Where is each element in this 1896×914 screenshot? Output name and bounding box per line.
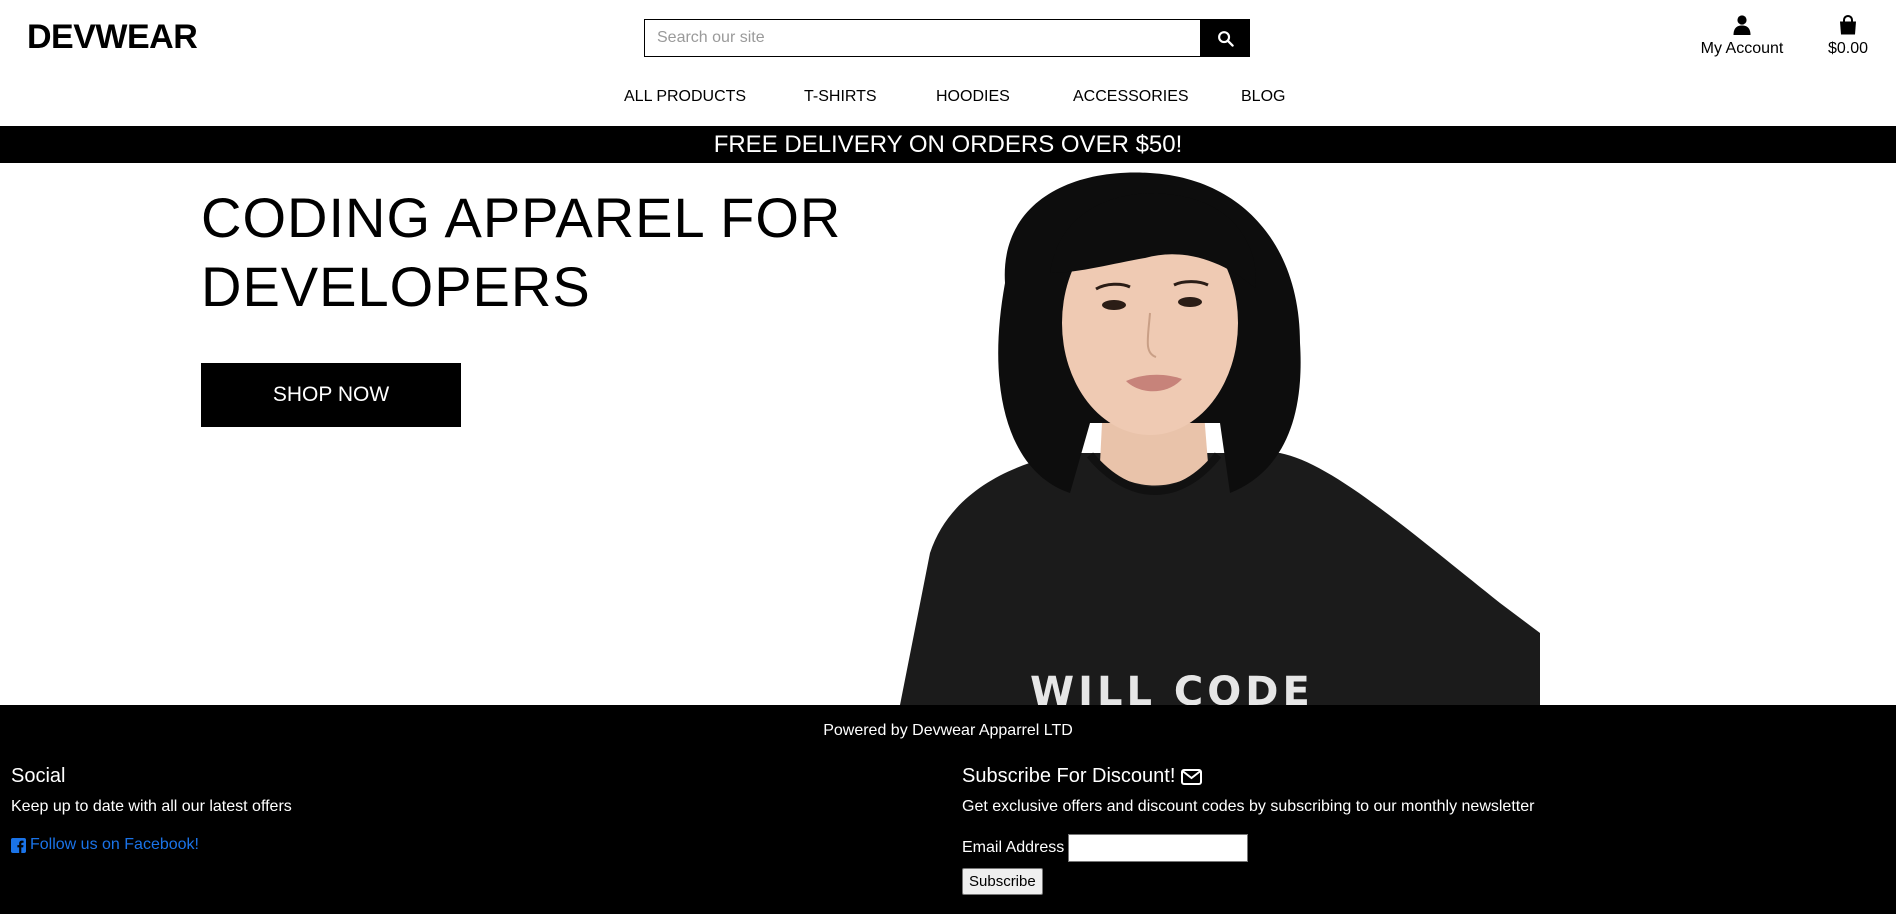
subscribe-section: Subscribe For Discount! Get exclusive of…	[962, 765, 1862, 895]
facebook-link[interactable]: Follow us on Facebook!	[11, 836, 911, 854]
subscribe-title: Subscribe For Discount!	[962, 765, 1862, 788]
envelope-icon	[1181, 768, 1203, 785]
site-logo[interactable]: DEVWEAR	[27, 18, 198, 57]
nav-item-t-shirts[interactable]: T-SHIRTS	[804, 88, 877, 106]
site-footer: Powered by Devwear Apparrel LTD Social K…	[0, 705, 1896, 914]
nav-item-all-products[interactable]: ALL PRODUCTS	[624, 88, 746, 106]
email-field[interactable]	[1068, 834, 1249, 862]
facebook-square-icon	[11, 837, 26, 853]
user-icon	[1733, 15, 1751, 35]
shopping-bag-icon	[1840, 14, 1856, 35]
hero-section: CODING APPAREL FOR DEVELOPERS SHOP NOW W…	[0, 163, 1896, 705]
site-header: DEVWEAR My Account $0.00 ALL PRODUCTS T-…	[0, 0, 1896, 126]
email-label: Email Address	[962, 839, 1065, 856]
cart-link[interactable]: $0.00	[1820, 14, 1876, 58]
nav-item-accessories[interactable]: ACCESSORIES	[1073, 88, 1189, 106]
social-text: Keep up to date with all our latest offe…	[11, 798, 292, 815]
nav-item-blog[interactable]: BLOG	[1241, 88, 1285, 106]
subscribe-title-text: Subscribe For Discount!	[962, 765, 1176, 787]
delivery-banner: FREE DELIVERY ON ORDERS OVER $50!	[0, 126, 1896, 163]
facebook-link-label: Follow us on Facebook!	[30, 836, 199, 853]
my-account-label: My Account	[1700, 40, 1784, 57]
nav-item-hoodies[interactable]: HOODIES	[936, 88, 1010, 106]
shirt-print-text: WILL CODE	[1030, 669, 1314, 705]
hero-model-image: WILL CODE	[900, 172, 1540, 705]
social-title-text: Social	[11, 765, 66, 787]
search-icon	[1217, 30, 1234, 47]
hero-headline: CODING APPAREL FOR DEVELOPERS	[201, 186, 842, 318]
subscribe-text: Get exclusive offers and discount codes …	[962, 798, 1535, 815]
search-input[interactable]	[644, 19, 1200, 57]
my-account-link[interactable]: My Account	[1694, 14, 1790, 58]
search-form	[644, 19, 1250, 57]
powered-by-text: Powered by Devwear Apparrel LTD	[823, 722, 1073, 739]
search-button[interactable]	[1200, 19, 1250, 57]
email-row: Email Address	[962, 834, 1862, 862]
social-title: Social	[11, 765, 911, 788]
subscribe-button[interactable]: Subscribe	[962, 868, 1043, 895]
cart-total: $0.00	[1827, 40, 1869, 57]
social-section: Social Keep up to date with all our late…	[11, 765, 911, 854]
shop-now-button[interactable]: SHOP NOW	[201, 363, 461, 427]
main-nav: ALL PRODUCTS T-SHIRTS HOODIES ACCESSORIE…	[0, 88, 1896, 110]
